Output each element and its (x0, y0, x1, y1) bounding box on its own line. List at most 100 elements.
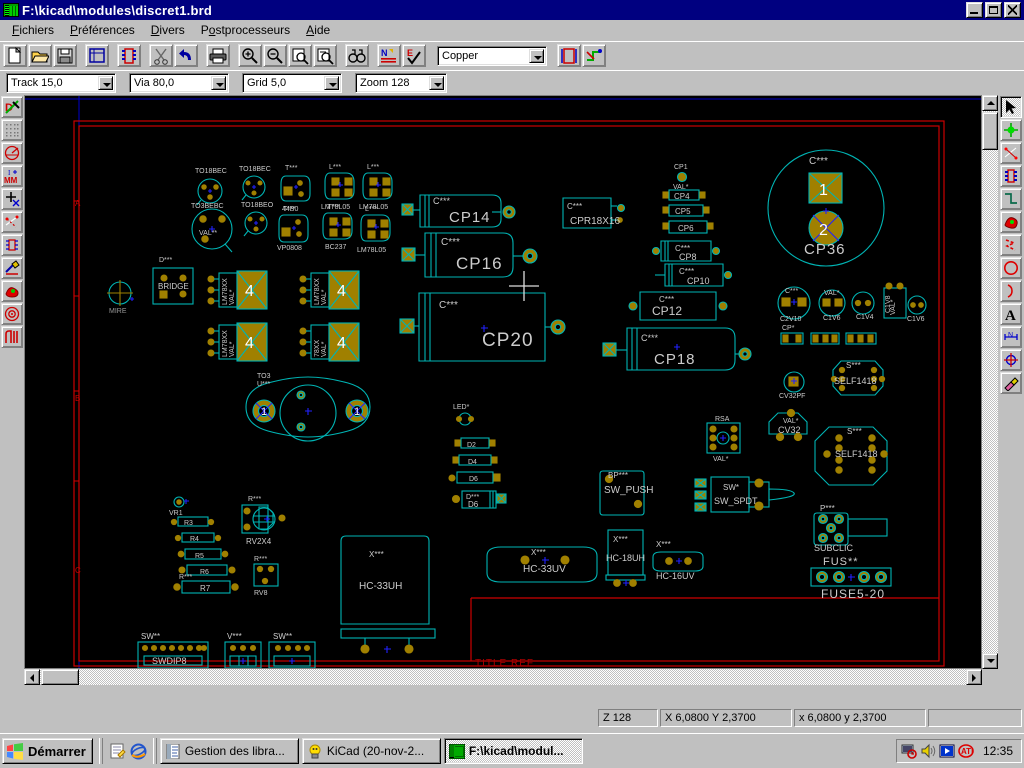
svg-text:LM78XX: LM78XX (314, 278, 321, 305)
vertical-scrollbar[interactable] (982, 95, 998, 669)
internet-explorer-icon[interactable] (130, 743, 147, 760)
minimize-button[interactable] (966, 2, 983, 18)
menu-aide[interactable]: Aide (298, 21, 338, 39)
svg-text:C***: C*** (809, 156, 828, 167)
svg-text:D2: D2 (467, 442, 476, 449)
svg-text:SW*: SW* (723, 483, 739, 492)
vertical-scroll-thumb[interactable] (982, 112, 998, 150)
cut-button[interactable] (149, 44, 173, 67)
tracks-sketch-toggle[interactable] (1, 326, 23, 348)
chevron-down-icon[interactable] (529, 49, 544, 63)
scroll-right-button[interactable] (966, 669, 982, 685)
task-scheduler-icon[interactable] (901, 743, 917, 759)
svg-text:1: 1 (261, 406, 267, 418)
add-module-tool[interactable] (1000, 165, 1022, 187)
svg-text:LM78XX: LM78XX (222, 278, 229, 305)
netlist-button[interactable]: N (377, 44, 401, 67)
menu-divers[interactable]: Divers (143, 21, 193, 39)
svg-text:CP14: CP14 (449, 209, 491, 226)
menu-fichiers[interactable]: Fichiers (4, 21, 62, 39)
track-width-select[interactable]: Track 15,0 (6, 73, 116, 93)
taskbar-clock[interactable]: 12:35 (977, 744, 1017, 758)
task-button-kicad[interactable]: KiCad (20-nov-2... (302, 738, 441, 764)
add-dimension-tool[interactable]: N (1000, 326, 1022, 348)
scroll-left-button[interactable] (24, 669, 40, 685)
add-arc-tool[interactable] (1000, 280, 1022, 302)
svg-text:C***: C*** (641, 333, 659, 343)
layer-select[interactable]: Copper (437, 46, 547, 66)
pads-sketch-toggle[interactable] (1, 303, 23, 325)
module-ratsnest-toggle[interactable] (1, 234, 23, 256)
via-size-select[interactable]: Via 80,0 (129, 73, 229, 93)
svg-text:SW_SPDT: SW_SPDT (714, 496, 758, 506)
show-ratsnest-button[interactable] (582, 44, 606, 67)
svg-text:R5: R5 (195, 553, 204, 560)
close-button[interactable] (1004, 2, 1021, 18)
chevron-down-icon[interactable] (429, 76, 444, 90)
add-target-tool[interactable] (1000, 349, 1022, 371)
add-circle-tool[interactable] (1000, 257, 1022, 279)
menu-preferences[interactable]: Préférences (62, 21, 143, 39)
svg-text:B: B (75, 394, 80, 403)
units-mm-toggle[interactable]: IMM (1, 165, 23, 187)
taskbar-grip[interactable] (99, 738, 103, 764)
save-board-button[interactable] (53, 44, 77, 67)
status-bar: Z 128 X 6,0800 Y 2,3700 x 6,0800 y 2,370… (0, 685, 1024, 733)
svg-text:TITLE REF: TITLE REF (475, 658, 534, 669)
find-button[interactable] (345, 44, 369, 67)
taskbar-grip[interactable] (153, 738, 157, 764)
delete-tool[interactable] (1000, 372, 1022, 394)
svg-text:TO3BEBC: TO3BEBC (191, 203, 224, 210)
menu-bar: Fichiers Préférences Divers Postprocesse… (0, 20, 1024, 40)
drc-off-toggle[interactable]: D (1, 96, 23, 118)
add-track-tool[interactable] (1000, 188, 1022, 210)
add-text-tool[interactable]: A (1000, 303, 1022, 325)
zoom-fit-button[interactable] (313, 44, 337, 67)
highlight-net-tool[interactable] (1000, 119, 1022, 141)
maximize-button[interactable] (985, 2, 1002, 18)
board-setup-button[interactable] (85, 44, 109, 67)
svg-text:1: 1 (819, 182, 828, 199)
add-line-tool[interactable] (1000, 234, 1022, 256)
open-board-button[interactable] (28, 44, 52, 67)
ratsnest-toggle[interactable] (1, 211, 23, 233)
grid-toggle[interactable] (1, 119, 23, 141)
cursor-shape-toggle[interactable] (1, 188, 23, 210)
module-editor-button[interactable] (117, 44, 141, 67)
show-module-button[interactable] (557, 44, 581, 67)
notepad-icon[interactable] (109, 743, 126, 760)
start-button[interactable]: Démarrer (2, 738, 93, 764)
task-button-pcbnew[interactable]: F:\kicad\modul... (444, 738, 583, 764)
horizontal-scrollbar[interactable] (24, 669, 982, 685)
chevron-down-icon[interactable] (324, 76, 339, 90)
left-options-toolbar: D IMM (0, 95, 24, 685)
zoom-redraw-button[interactable] (288, 44, 312, 67)
zoom-out-button[interactable] (263, 44, 287, 67)
grid-select[interactable]: Grid 5,0 (242, 73, 342, 93)
show-zones-toggle[interactable] (1, 280, 23, 302)
chevron-down-icon[interactable] (211, 76, 226, 90)
add-zone-tool[interactable] (1000, 211, 1022, 233)
scroll-up-button[interactable] (982, 95, 998, 111)
pcb-canvas[interactable]: A B C TITLE REF (24, 95, 982, 669)
scroll-down-button[interactable] (982, 653, 998, 669)
horizontal-scroll-thumb[interactable] (41, 669, 79, 685)
media-play-icon[interactable] (939, 743, 955, 759)
print-button[interactable] (206, 44, 230, 67)
polar-coord-toggle[interactable] (1, 142, 23, 164)
chevron-down-icon[interactable] (98, 76, 113, 90)
zoom-in-button[interactable] (238, 44, 262, 67)
auto-delete-track-toggle[interactable] (1, 257, 23, 279)
undo-button[interactable] (174, 44, 198, 67)
svg-text:L***: L*** (329, 164, 341, 171)
menu-postprocesseurs[interactable]: Postprocesseurs (193, 21, 298, 39)
select-tool[interactable] (1000, 96, 1022, 118)
ati-logo-icon[interactable]: ATI (958, 743, 974, 759)
show-ratsnest-tool[interactable] (1000, 142, 1022, 164)
new-board-button[interactable] (3, 44, 27, 67)
drc-button[interactable]: E (402, 44, 426, 67)
speaker-icon[interactable] (920, 743, 936, 759)
task-button-library-manager[interactable]: Gestion des libra... (160, 738, 299, 764)
svg-text:SW_PUSH: SW_PUSH (604, 485, 653, 496)
zoom-select[interactable]: Zoom 128 (355, 73, 447, 93)
